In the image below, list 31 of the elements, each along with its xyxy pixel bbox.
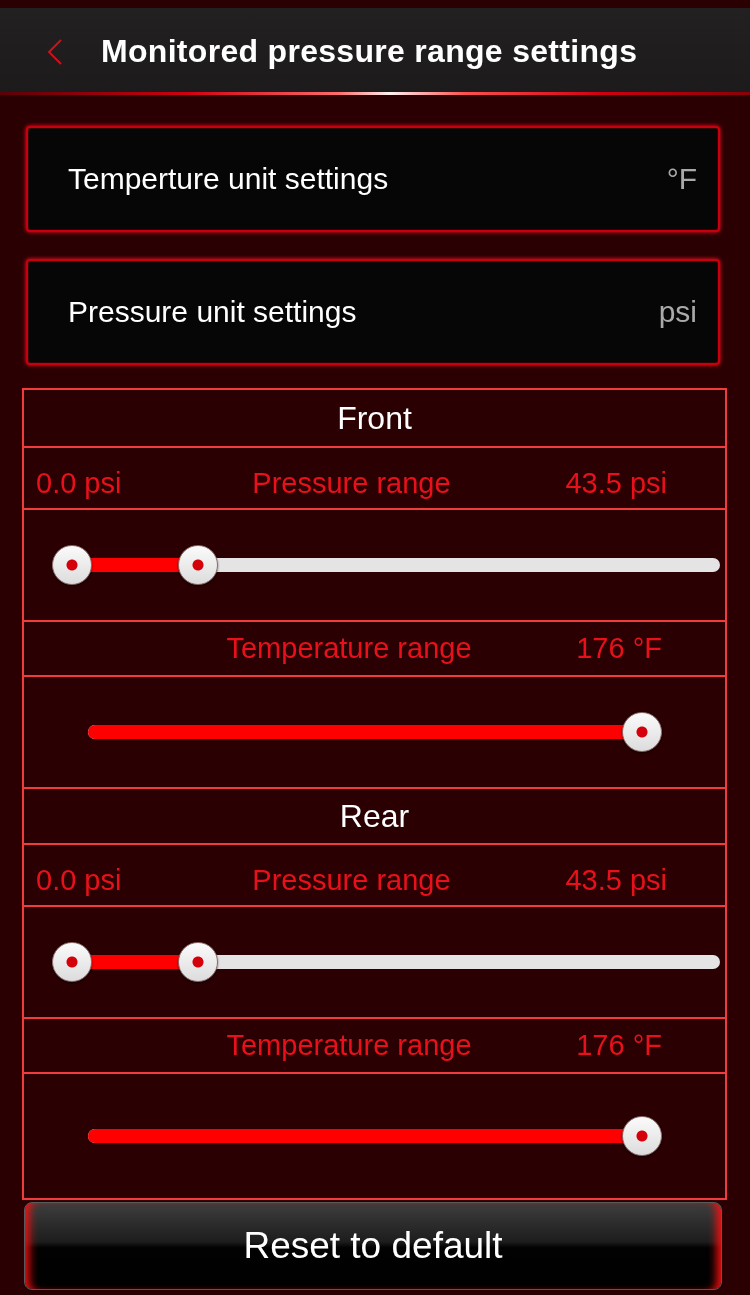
unit-setting-row[interactable]: Temperture unit settings °F — [26, 126, 720, 232]
temperature-reading: 176 °F — [576, 632, 662, 665]
page-title: Monitored pressure range settings — [101, 33, 638, 70]
temperature-range-label: Temperature range — [226, 1029, 472, 1062]
setting-label: Pressure unit settings — [68, 295, 357, 329]
section-title: Rear — [339, 797, 410, 835]
back-icon[interactable] — [47, 38, 63, 65]
slider-thumb[interactable] — [622, 1116, 662, 1156]
slider-thumb[interactable] — [52, 545, 92, 585]
temperature-range-label: Temperature range — [226, 632, 472, 665]
temperature-slider[interactable] — [88, 711, 662, 753]
slider-thumb[interactable] — [52, 942, 92, 982]
temperature-slider[interactable] — [88, 1115, 662, 1157]
max-pressure-reading: 43.5 psi — [565, 466, 667, 500]
pressure-range-label: Pressure range — [252, 466, 451, 500]
setting-value: °F — [666, 162, 697, 196]
pressure-range-slider[interactable] — [52, 544, 720, 586]
reset-button[interactable]: Reset to default — [24, 1202, 722, 1290]
slider-thumb[interactable] — [177, 545, 218, 585]
setting-value: psi — [658, 295, 697, 329]
min-pressure-reading: 0.0 psi — [36, 863, 122, 897]
slider-thumb[interactable] — [622, 712, 662, 752]
slider-thumb[interactable] — [177, 942, 218, 982]
min-pressure-reading: 0.0 psi — [36, 466, 122, 500]
pressure-range-label: Pressure range — [252, 863, 451, 897]
max-pressure-reading: 43.5 psi — [565, 863, 667, 897]
unit-setting-row[interactable]: Pressure unit settings psi — [26, 259, 720, 365]
section-title: Front — [337, 399, 412, 437]
setting-label: Temperture unit settings — [68, 162, 389, 196]
temperature-reading: 176 °F — [576, 1029, 662, 1062]
pressure-range-slider[interactable] — [52, 941, 720, 983]
